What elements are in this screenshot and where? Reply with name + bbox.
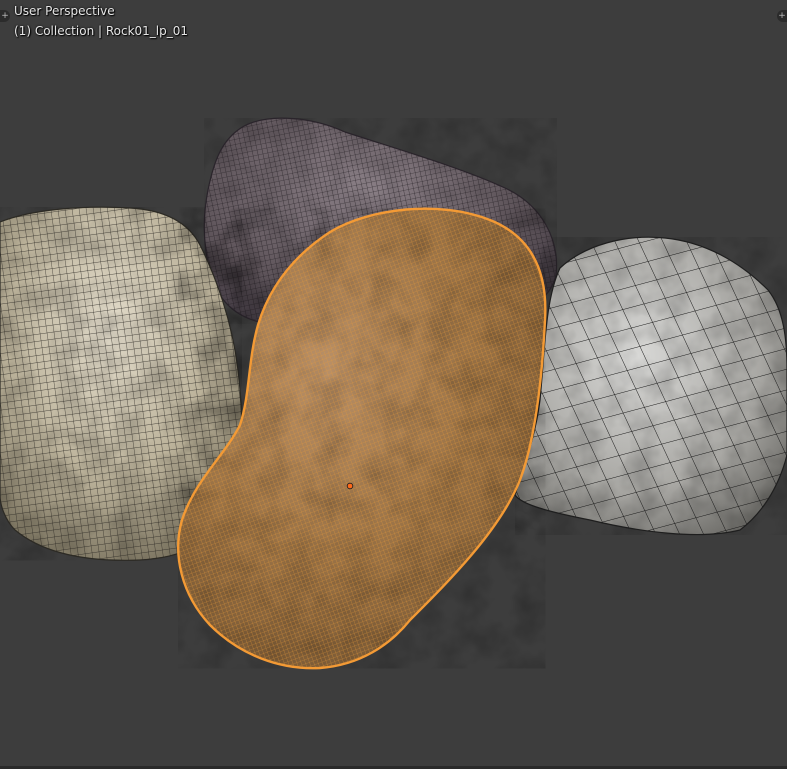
plus-icon[interactable]: + xyxy=(0,10,10,22)
plus-icon[interactable]: + xyxy=(777,10,787,22)
rock-right-mesh[interactable] xyxy=(514,236,787,536)
object-info-label: (1) Collection | Rock01_lp_01 xyxy=(14,24,189,38)
scene-render[interactable] xyxy=(0,0,787,769)
object-origin-dot xyxy=(346,482,354,490)
3d-viewport[interactable]: User Perspective (1) Collection | Rock01… xyxy=(0,0,787,769)
view-name-label: User Perspective xyxy=(14,4,115,18)
